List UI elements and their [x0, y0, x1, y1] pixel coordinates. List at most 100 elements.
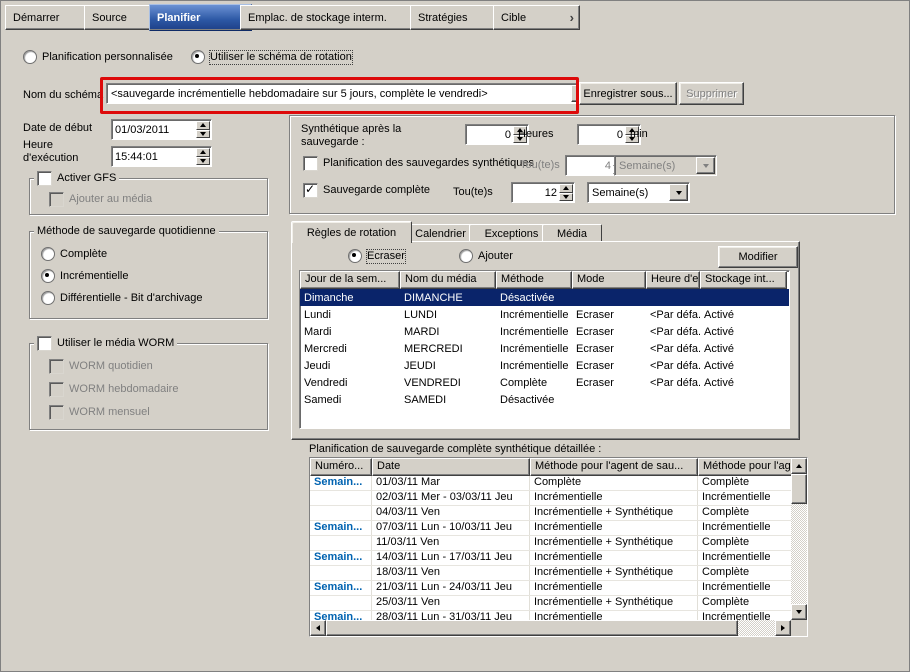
spin-up-button[interactable] — [196, 121, 210, 130]
modify-button[interactable]: Modifier — [718, 246, 798, 268]
full-backup-option[interactable]: Sauvegarde complète — [303, 182, 430, 198]
column-header[interactable]: Nom du média — [400, 271, 496, 289]
start-date-label: Date de début — [23, 122, 93, 134]
synthetic-plan-checkbox[interactable] — [303, 155, 318, 171]
rotation-plan-option[interactable]: Utiliser le schéma de rotation — [191, 49, 353, 65]
nav-tab-stockage-interm[interactable]: Emplac. de stockage interm. › — [240, 5, 422, 30]
column-header[interactable]: Méthode pour l'ag... — [698, 458, 791, 476]
column-header[interactable]: Date — [372, 458, 530, 476]
table-row[interactable]: Semain... 01/03/11 Mar Complète Complète — [310, 476, 791, 491]
column-header[interactable]: Méthode pour l'agent de sau... — [530, 458, 698, 476]
column-header[interactable]: Heure d'e... — [646, 271, 700, 289]
table-row[interactable]: Samedi SAMEDI Désactivée — [300, 391, 789, 408]
nav-tab-strategies[interactable]: Stratégies › — [410, 5, 505, 30]
worm-checkbox[interactable] — [37, 335, 52, 351]
table-row[interactable]: Semain... 07/03/11 Lun - 10/03/11 Jeu Incr… — [310, 521, 791, 536]
table-cell: Semain... — [310, 551, 372, 565]
worm-monthly-checkbox[interactable] — [49, 404, 64, 420]
gfs-append-checkbox[interactable] — [49, 191, 64, 207]
worm-monthly-option[interactable]: WORM mensuel — [49, 404, 150, 420]
column-header[interactable]: Méthode — [496, 271, 572, 289]
table-cell: Incrémentielle — [698, 551, 791, 565]
gfs-append-label: Ajouter au média — [69, 192, 153, 205]
vertical-scrollbar-thumb[interactable] — [791, 474, 807, 504]
column-header[interactable]: Jour de la sem... — [300, 271, 400, 289]
worm-weekly-option[interactable]: WORM hebdomadaire — [49, 381, 179, 397]
custom-plan-option[interactable]: Planification personnalisée — [23, 50, 173, 64]
table-row[interactable]: Semain... 21/03/11 Lun - 24/03/11 Jeu Incr… — [310, 581, 791, 596]
table-cell: 07/03/11 Lun - 10/03/11 Jeu — [372, 521, 530, 535]
table-cell: Incrémentielle — [530, 611, 698, 620]
method-complete-option[interactable]: Complète — [41, 247, 107, 261]
column-header[interactable]: Mode — [572, 271, 646, 289]
start-date-field[interactable]: 01/03/2011 — [111, 119, 212, 140]
method-complete-radio[interactable] — [41, 247, 55, 261]
table-row[interactable]: Dimanche DIMANCHE Désactivée — [300, 289, 789, 306]
scroll-left-button[interactable] — [310, 620, 326, 636]
schema-combo-value: <sauvegarde incrémentielle hebdomadaire … — [111, 87, 488, 100]
scroll-down-button[interactable] — [791, 604, 807, 620]
synthetic-hours-value: 0 — [504, 128, 511, 141]
table-row[interactable]: Mardi MARDI Incrémentielle Ecraser <Par défa… — [300, 323, 789, 340]
column-header[interactable]: Numéro... — [310, 458, 372, 476]
full-unit-combo[interactable]: Semaine(s) — [587, 182, 690, 203]
table-row[interactable]: Semain... 28/03/11 Lun - 31/03/11 Jeu Incr… — [310, 611, 791, 620]
tab-regles-de-rotation[interactable]: Règles de rotation — [291, 221, 412, 243]
horizontal-scrollbar-thumb[interactable] — [326, 620, 738, 636]
delete-button[interactable]: Supprimer — [679, 82, 744, 105]
table-row[interactable]: Semain... 14/03/11 Lun - 17/03/11 Jeu Incr… — [310, 551, 791, 566]
gfs-append-option[interactable]: Ajouter au média — [49, 191, 153, 207]
synthetic-plan-option[interactable]: Planification des sauvegardes synthétiqu… — [303, 155, 534, 171]
scroll-up-button[interactable] — [791, 458, 807, 474]
method-incremental-option[interactable]: Incrémentielle — [41, 269, 128, 283]
exec-time-field[interactable]: 15:44:01 — [111, 146, 212, 167]
save-as-button[interactable]: Enregistrer sous... — [579, 82, 677, 105]
nav-tab-cible[interactable]: Cible › — [493, 5, 580, 30]
column-header[interactable]: Stockage int... — [700, 271, 787, 289]
append-radio[interactable] — [459, 249, 473, 263]
worm-weekly-label: WORM hebdomadaire — [69, 382, 179, 395]
rotation-plan-radio[interactable] — [191, 50, 205, 64]
plan-unit-combo[interactable]: Semaine(s) — [614, 155, 717, 176]
spin-down-button[interactable] — [196, 156, 210, 165]
overwrite-option[interactable]: Ecraser — [348, 248, 406, 264]
table-cell: Complète — [698, 536, 791, 550]
table-row[interactable]: 25/03/11 Ven Incrémentielle + Synthétique… — [310, 596, 791, 611]
full-backup-checkbox[interactable] — [303, 182, 318, 198]
append-option[interactable]: Ajouter — [459, 249, 513, 263]
method-incremental-radio[interactable] — [41, 269, 55, 283]
table-row[interactable]: Vendredi VENDREDI Complète Ecraser <Par défa… — [300, 374, 789, 391]
table-row[interactable]: Jeudi JEUDI Incrémentielle Ecraser <Par défa… — [300, 357, 789, 374]
horizontal-scrollbar[interactable] — [310, 620, 791, 636]
method-differential-radio[interactable] — [41, 291, 55, 305]
spin-down-button[interactable] — [196, 129, 210, 138]
table-row[interactable]: 11/03/11 Ven Incrémentielle + Synthétique… — [310, 536, 791, 551]
gfs-checkbox[interactable] — [37, 170, 52, 186]
schema-combo[interactable]: <sauvegarde incrémentielle hebdomadaire … — [106, 83, 592, 104]
worm-daily-option[interactable]: WORM quotidien — [49, 358, 153, 374]
table-row[interactable]: 18/03/11 Ven Incrémentielle + Synthétique… — [310, 566, 791, 581]
nav-tab-demarrer[interactable]: Démarrer › — [5, 5, 96, 30]
scroll-right-button[interactable] — [775, 620, 791, 636]
table-row[interactable]: 02/03/11 Mer - 03/03/11 Jeu Incrémentiell… — [310, 491, 791, 506]
dropdown-arrow-button[interactable] — [696, 157, 715, 174]
table-row[interactable]: 04/03/11 Ven Incrémentielle + Synthétique… — [310, 506, 791, 521]
overwrite-radio[interactable] — [348, 249, 362, 263]
spin-up-button[interactable] — [196, 148, 210, 157]
spin-down-button[interactable] — [559, 192, 573, 201]
nav-tab-planifier[interactable]: Planifier › — [149, 4, 252, 31]
full-interval-field[interactable]: 12 — [511, 182, 575, 203]
worm-weekly-checkbox[interactable] — [49, 381, 64, 397]
worm-daily-checkbox[interactable] — [49, 358, 64, 374]
worm-enable-option[interactable]: Utiliser le média WORM — [34, 335, 178, 351]
spin-up-button[interactable] — [559, 184, 573, 193]
vertical-scrollbar[interactable] — [791, 458, 807, 620]
table-row[interactable]: Mercredi MERCREDI Incrémentielle Ecraser <Pa… — [300, 340, 789, 357]
tab-label: Exceptions — [484, 228, 539, 240]
method-differential-option[interactable]: Différentielle - Bit d'archivage — [41, 291, 203, 305]
rotation-rules-table: Jour de la sem... Nom du média Méthode Mode… — [299, 270, 790, 429]
table-row[interactable]: Lundi LUNDI Incrémentielle Ecraser <Par défa… — [300, 306, 789, 323]
custom-plan-radio[interactable] — [23, 50, 37, 64]
gfs-enable-option[interactable]: Activer GFS — [34, 170, 120, 186]
dropdown-arrow-button[interactable] — [669, 184, 688, 201]
